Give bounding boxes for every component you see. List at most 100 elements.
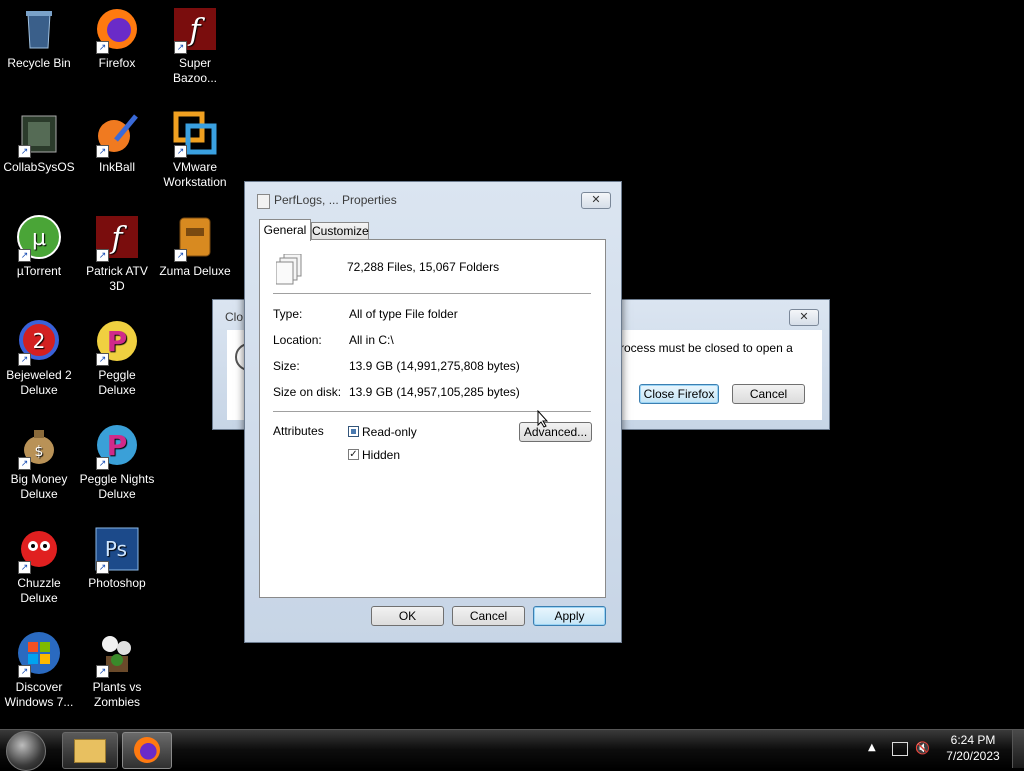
tab-customize[interactable]: Customize [311,222,369,240]
close-firefox-dialog-title: Clo [225,310,244,324]
clock[interactable]: 6:24 PM 7/20/2023 [938,732,1008,764]
desktop-icon-label: Bejeweled 2 Deluxe [6,368,72,397]
cancel-button[interactable]: Cancel [452,606,525,626]
shortcut-arrow-icon: ↗ [174,145,187,158]
desktop-icon-label: Super Bazoo... [172,56,218,85]
vmware-icon: ↗ [172,110,218,158]
apply-button[interactable]: Apply [533,606,606,626]
peggle-nights-icon: P ↗ [94,422,140,470]
desktop-icon-label: Patrick ATV 3D [86,264,148,293]
flash-icon: f ↗ [172,6,218,54]
hidden-checkbox[interactable]: ✓ [348,449,359,460]
close-firefox-cancel-button[interactable]: Cancel [732,384,805,404]
ok-button[interactable]: OK [371,606,444,626]
photoshop-icon: Ps ↗ [94,526,140,574]
shortcut-arrow-icon: ↗ [96,353,109,366]
folder-properties-icon [257,194,270,209]
multiple-files-icon [275,253,302,286]
close-firefox-dialog-close-button[interactable]: ✕ [789,309,819,326]
readonly-checkbox[interactable] [348,426,359,437]
recycle-bin-icon [16,6,62,52]
zuma-icon: ↗ [172,214,218,262]
action-center-icon[interactable] [892,742,908,756]
clock-date: 7/20/2023 [946,749,1000,763]
properties-dialog[interactable]: PerfLogs, ... Properties ✕ General Custo… [244,181,622,643]
volume-muted-icon[interactable]: 🔇 [915,741,930,755]
general-tab-panel: 72,288 Files, 15,067 Folders Type: All o… [259,239,606,598]
size-on-disk-label: Size on disk: [273,385,342,399]
firefox-icon: ↗ [94,6,140,54]
desktop-icon-chuzzle[interactable]: ↗ Chuzzle Deluxe [0,520,78,606]
desktop-icon-firefox[interactable]: ↗ Firefox [78,0,156,71]
desktop-icon-label: Zuma Deluxe [159,264,231,278]
desktop-icon-vmware[interactable]: ↗ VMware Workstation [156,104,234,190]
shortcut-arrow-icon: ↗ [174,41,187,54]
desktop-icon-collabsysos[interactable]: ↗ CollabSysOS [0,104,78,175]
desktop-icon-photoshop[interactable]: Ps ↗ Photoshop [78,520,156,591]
desktop-icon-zuma[interactable]: ↗ Zuma Deluxe [156,208,234,279]
show-desktop-button[interactable] [1012,730,1024,768]
desktop-icon-label: Photoshop [88,576,146,590]
advanced-button[interactable]: Advanced... [519,422,592,442]
readonly-label[interactable]: Read-only [362,425,417,439]
svg-text:P: P [107,325,128,358]
tab-general-label: General [263,223,307,237]
clock-time: 6:24 PM [950,733,996,747]
collabsysos-icon: ↗ [16,110,62,158]
bejeweled-icon: 2 ↗ [16,318,62,366]
show-hidden-icons-icon[interactable]: ▲ [868,742,876,753]
taskbar-firefox-button[interactable] [122,732,172,769]
size-label: Size: [273,359,300,373]
svg-text:$: $ [35,444,44,460]
hidden-label[interactable]: Hidden [362,448,400,462]
separator [273,293,591,294]
type-value: All of type File folder [349,307,458,321]
taskbar: ▲ 🔇 6:24 PM 7/20/2023 [0,729,1024,771]
desktop-icon-big-money[interactable]: $ ↗ Big Money Deluxe [0,416,78,502]
checkmark-icon: ✓ [349,449,358,460]
desktop-icon-utorrent[interactable]: µ ↗ µTorrent [0,208,78,279]
file-folder-count: 72,288 Files, 15,067 Folders [347,260,500,274]
svg-text:P: P [107,429,128,462]
desktop-icon-label: µTorrent [16,264,62,278]
plants-icon: ↗ [94,630,140,678]
location-label: Location: [273,333,322,347]
start-button[interactable] [6,731,46,771]
svg-text:2: 2 [33,329,46,353]
desktop-icon-discover-windows[interactable]: ↗ Discover Windows 7... [0,624,78,710]
firefox-icon [134,737,160,763]
desktop-icon-label: VMware Workstation [163,160,227,189]
taskbar-explorer-button[interactable] [62,732,118,769]
desktop-icon-label: Peggle Deluxe [98,368,136,397]
shortcut-arrow-icon: ↗ [96,457,109,470]
shortcut-arrow-icon: ↗ [18,665,31,678]
desktop-icon-plants-vs-zombies[interactable]: ↗ Plants vs Zombies [78,624,156,710]
inkball-icon: ↗ [94,110,140,158]
desktop-icon-label: Firefox [98,56,136,70]
money-bag-icon: $ ↗ [16,422,62,470]
desktop-icon-peggle-nights[interactable]: P ↗ Peggle Nights Deluxe [78,416,156,502]
shortcut-arrow-icon: ↗ [18,249,31,262]
flash-icon: f ↗ [94,214,140,262]
desktop-icon-peggle[interactable]: P ↗ Peggle Deluxe [78,312,156,398]
shortcut-arrow-icon: ↗ [96,561,109,574]
close-firefox-button[interactable]: Close Firefox [639,384,719,404]
type-label: Type: [273,307,303,321]
properties-dialog-close-button[interactable]: ✕ [581,192,611,209]
desktop-icon-recycle-bin[interactable]: Recycle Bin [0,0,78,71]
shortcut-arrow-icon: ↗ [18,353,31,366]
tab-general[interactable]: General [259,219,311,241]
desktop-icon-patrick-atv[interactable]: f ↗ Patrick ATV 3D [78,208,156,294]
size-on-disk-value: 13.9 GB (14,957,105,285 bytes) [349,385,520,399]
shortcut-arrow-icon: ↗ [174,249,187,262]
desktop-icon-super-bazooka[interactable]: f ↗ Super Bazoo... [156,0,234,86]
desktop-icon-label: Plants vs Zombies [92,680,142,709]
desktop-icon-label: Peggle Nights Deluxe [79,472,155,501]
tab-customize-label: Customize [312,224,369,238]
shortcut-arrow-icon: ↗ [18,457,31,470]
svg-text:µ: µ [32,226,46,251]
chuzzle-icon: ↗ [16,526,62,574]
desktop-icon-bejeweled[interactable]: 2 ↗ Bejeweled 2 Deluxe [0,312,78,398]
desktop-icon-inkball[interactable]: ↗ InkBall [78,104,156,175]
folder-icon [74,739,106,763]
